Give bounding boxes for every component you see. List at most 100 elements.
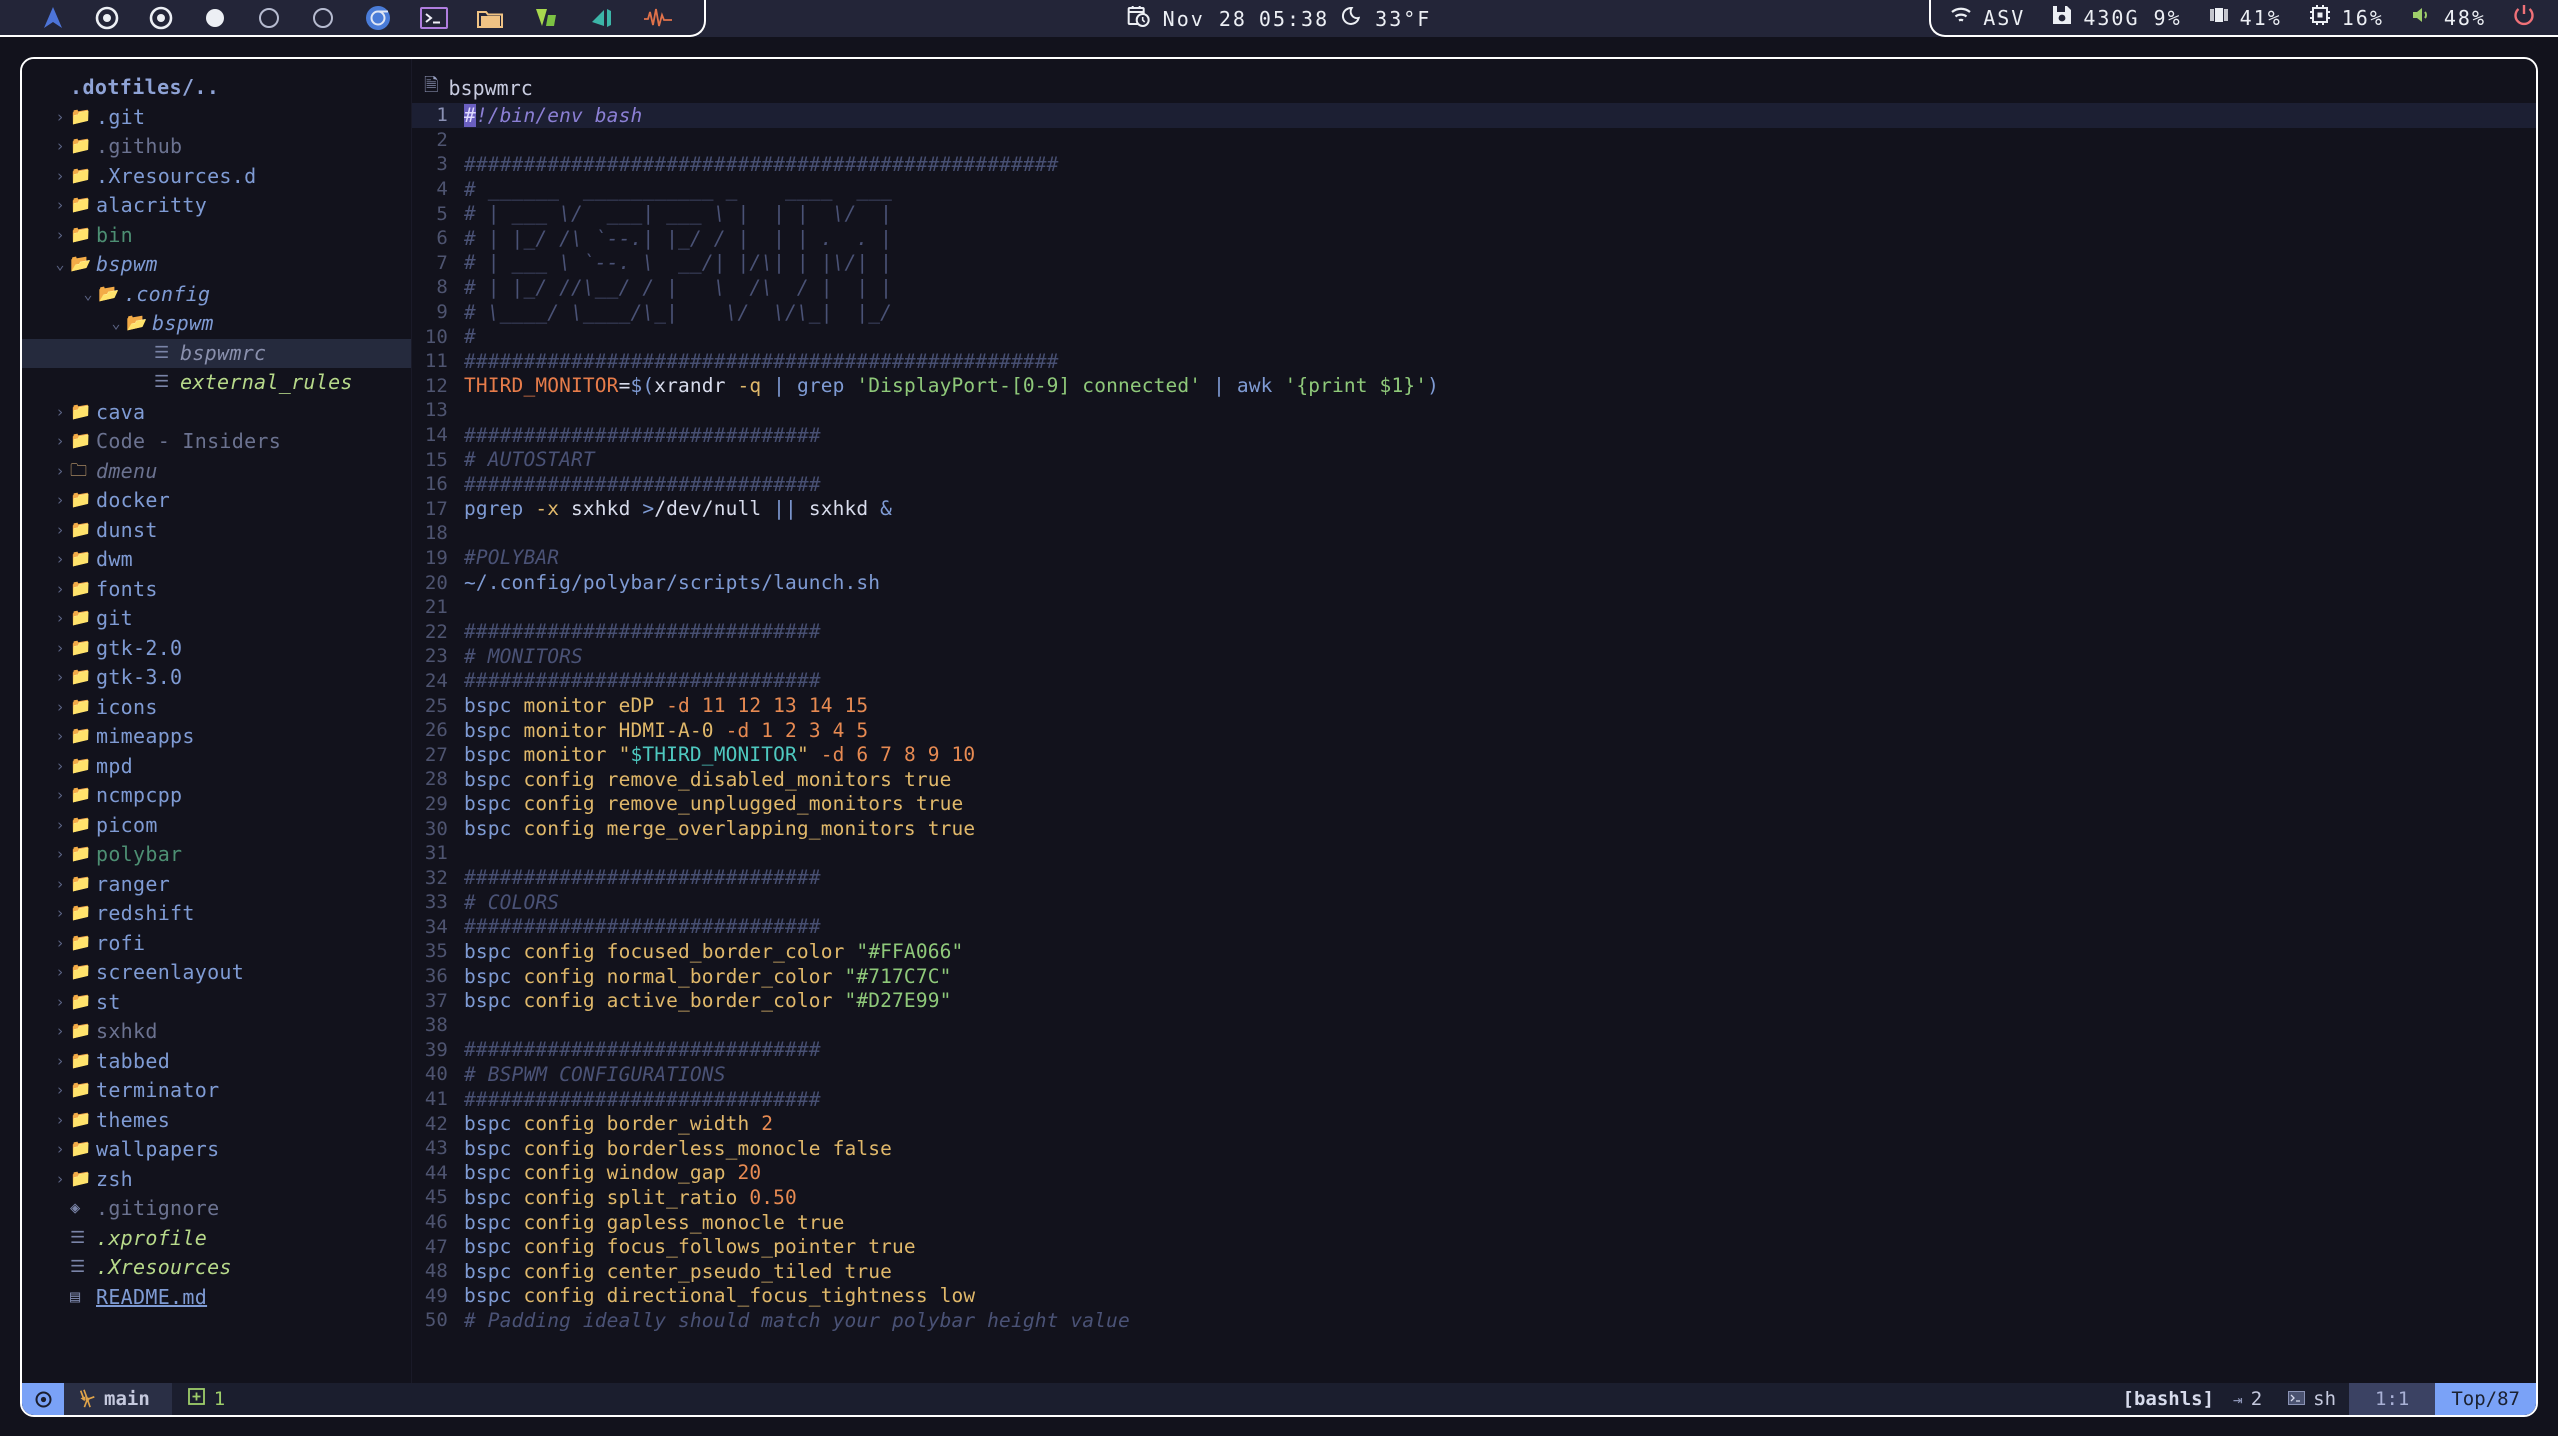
code-line[interactable]: 29bspc config remove_unplugged_monitors … <box>412 792 2536 817</box>
chevron-right-icon[interactable]: › <box>50 162 70 192</box>
code-line[interactable]: 20~/.config/polybar/scripts/launch.sh <box>412 570 2536 595</box>
code-line[interactable]: 48bspc config center_pseudo_tiled true <box>412 1259 2536 1284</box>
chevron-right-icon[interactable]: › <box>50 722 70 752</box>
code-line[interactable]: 38 <box>412 1013 2536 1038</box>
tree-folder-themes[interactable]: ›📁themes <box>22 1106 412 1136</box>
tray-volume[interactable]: 48% <box>2410 4 2486 31</box>
tree-folder-mpd[interactable]: ›📁mpd <box>22 752 412 782</box>
code-line[interactable]: 41############################## <box>412 1087 2536 1112</box>
code-line[interactable]: 43bspc config borderless_monocle false <box>412 1136 2536 1161</box>
chevron-right-icon[interactable]: › <box>50 958 70 988</box>
tree-folder-git[interactable]: ›📁git <box>22 604 412 634</box>
chevron-right-icon[interactable]: › <box>50 634 70 664</box>
code-line[interactable]: 39############################## <box>412 1038 2536 1063</box>
code-line[interactable]: 9# \____/ \____/\_| \/ \/\_| |_/ <box>412 300 2536 325</box>
chevron-right-icon[interactable]: › <box>50 486 70 516</box>
code-line[interactable]: 6# | |_/ /\ `--.| |_/ / | | | . . | <box>412 226 2536 251</box>
workspace-occupied-icon[interactable] <box>188 0 242 36</box>
code-line[interactable]: 16############################## <box>412 472 2536 497</box>
terminal-icon[interactable] <box>406 0 462 36</box>
tree-folder-gtk-3.0[interactable]: ›📁gtk-3.0 <box>22 663 412 693</box>
workspace-focused-icon[interactable] <box>80 0 134 36</box>
code-line[interactable]: 11######################################… <box>412 349 2536 374</box>
tree-folder-ncmpcpp[interactable]: ›📁ncmpcpp <box>22 781 412 811</box>
tree-folder-dmenu[interactable]: ›🗀dmenu <box>22 457 412 487</box>
tree-folder-mimeapps[interactable]: ›📁mimeapps <box>22 722 412 752</box>
chevron-right-icon[interactable]: › <box>50 132 70 162</box>
tree-folder-gtk-2.0[interactable]: ›📁gtk-2.0 <box>22 634 412 664</box>
code-line[interactable]: 45bspc config split_ratio 0.50 <box>412 1185 2536 1210</box>
git-branch-status[interactable]: ⏧ main <box>64 1383 172 1415</box>
code-line[interactable]: 4# ______ ___________ _ ____ ___ <box>412 177 2536 202</box>
code-line[interactable]: 46bspc config gapless_monocle true <box>412 1210 2536 1235</box>
tree-folder-bspwm[interactable]: ⌄📂bspwm <box>22 250 412 280</box>
tree-folder-terminator[interactable]: ›📁terminator <box>22 1076 412 1106</box>
file-tree-sidebar[interactable]: .dotfiles/.. ›📁.git›📁.github›📁.Xresource… <box>22 59 412 1383</box>
chevron-right-icon[interactable]: › <box>50 457 70 487</box>
chevron-right-icon[interactable]: › <box>50 1106 70 1136</box>
shell-status[interactable]: sh <box>2275 1383 2349 1415</box>
code-line[interactable]: 35bspc config focused_border_color "#FFA… <box>412 939 2536 964</box>
code-line[interactable]: 49bspc config directional_focus_tightnes… <box>412 1284 2536 1309</box>
code-line[interactable]: 32############################## <box>412 865 2536 890</box>
tree-folder-icons[interactable]: ›📁icons <box>22 693 412 723</box>
tree-file-bspwmrc[interactable]: ☰bspwmrc <box>22 339 412 369</box>
code-line[interactable]: 36bspc config normal_border_color "#717C… <box>412 964 2536 989</box>
chevron-right-icon[interactable]: › <box>50 899 70 929</box>
code-line[interactable]: 37bspc config active_border_color "#D27E… <box>412 988 2536 1013</box>
chevron-right-icon[interactable]: › <box>50 516 70 546</box>
indent-status[interactable]: ⇥ 2 <box>2220 1383 2275 1415</box>
code-line[interactable]: 14############################## <box>412 423 2536 448</box>
code-line[interactable]: 1#!/bin/env bash <box>412 103 2536 128</box>
code-line[interactable]: 2 <box>412 128 2536 153</box>
code-line[interactable]: 50# Padding ideally should match your po… <box>412 1308 2536 1333</box>
code-line[interactable]: 27bspc monitor "$THIRD_MONITOR" -d 6 7 8… <box>412 742 2536 767</box>
chevron-right-icon[interactable]: › <box>50 1076 70 1106</box>
chevron-down-icon[interactable]: ⌄ <box>78 280 98 310</box>
tree-folder-tabbed[interactable]: ›📁tabbed <box>22 1047 412 1077</box>
code-line[interactable]: 15# AUTOSTART <box>412 447 2536 472</box>
chevron-right-icon[interactable]: › <box>50 870 70 900</box>
chevron-right-icon[interactable]: › <box>50 1017 70 1047</box>
code-line[interactable]: 18 <box>412 521 2536 546</box>
chevron-right-icon[interactable]: › <box>50 103 70 133</box>
code-line[interactable]: 8# | |_/ //\__/ / | \ /\ / | | | <box>412 275 2536 300</box>
code-editor-pane[interactable]: 🗎 bspwmrc 1#!/bin/env bash23############… <box>412 59 2536 1383</box>
tree-folder-picom[interactable]: ›📁picom <box>22 811 412 841</box>
chevron-right-icon[interactable]: › <box>50 191 70 221</box>
tree-folder-.git[interactable]: ›📁.git <box>22 103 412 133</box>
code-line[interactable]: 3#######################################… <box>412 152 2536 177</box>
workspace-empty-icon[interactable] <box>242 0 296 36</box>
workspace-empty-icon[interactable] <box>296 0 350 36</box>
chevron-right-icon[interactable]: › <box>50 929 70 959</box>
arch-logo-icon[interactable] <box>26 0 80 36</box>
tree-folder-st[interactable]: ›📁st <box>22 988 412 1018</box>
chevron-right-icon[interactable]: › <box>50 1165 70 1195</box>
tree-folder-sxhkd[interactable]: ›📁sxhkd <box>22 1017 412 1047</box>
chevron-right-icon[interactable]: › <box>50 604 70 634</box>
power-icon[interactable] <box>2512 3 2536 32</box>
tree-folder-docker[interactable]: ›📁docker <box>22 486 412 516</box>
chevron-right-icon[interactable]: › <box>50 693 70 723</box>
tree-file-readme.md[interactable]: ▤README.md <box>22 1283 412 1313</box>
tree-folder-.config[interactable]: ⌄📂.config <box>22 280 412 310</box>
chrome-icon[interactable] <box>350 0 406 36</box>
tree-folder-polybar[interactable]: ›📁polybar <box>22 840 412 870</box>
tree-folder-dunst[interactable]: ›📁dunst <box>22 516 412 546</box>
code-line[interactable]: 12THIRD_MONITOR=$(xrandr -q | grep 'Disp… <box>412 374 2536 399</box>
chevron-down-icon[interactable]: ⌄ <box>50 250 70 280</box>
code-line[interactable]: 33# COLORS <box>412 890 2536 915</box>
tree-folder-zsh[interactable]: ›📁zsh <box>22 1165 412 1195</box>
code-lines[interactable]: 1#!/bin/env bash23######################… <box>412 103 2536 1333</box>
vscode-icon[interactable] <box>574 0 630 36</box>
chevron-down-icon[interactable]: ⌄ <box>106 309 126 339</box>
code-line[interactable]: 30bspc config merge_overlapping_monitors… <box>412 816 2536 841</box>
code-line[interactable]: 42bspc config border_width 2 <box>412 1111 2536 1136</box>
vim-icon[interactable] <box>518 0 574 36</box>
code-line[interactable]: 26bspc monitor HDMI-A-0 -d 1 2 3 4 5 <box>412 718 2536 743</box>
chevron-right-icon[interactable]: › <box>50 545 70 575</box>
chevron-right-icon[interactable]: › <box>50 988 70 1018</box>
file-tab[interactable]: 🗎 bspwmrc <box>412 73 2536 103</box>
chevron-right-icon[interactable]: › <box>50 575 70 605</box>
chevron-right-icon[interactable]: › <box>50 1047 70 1077</box>
